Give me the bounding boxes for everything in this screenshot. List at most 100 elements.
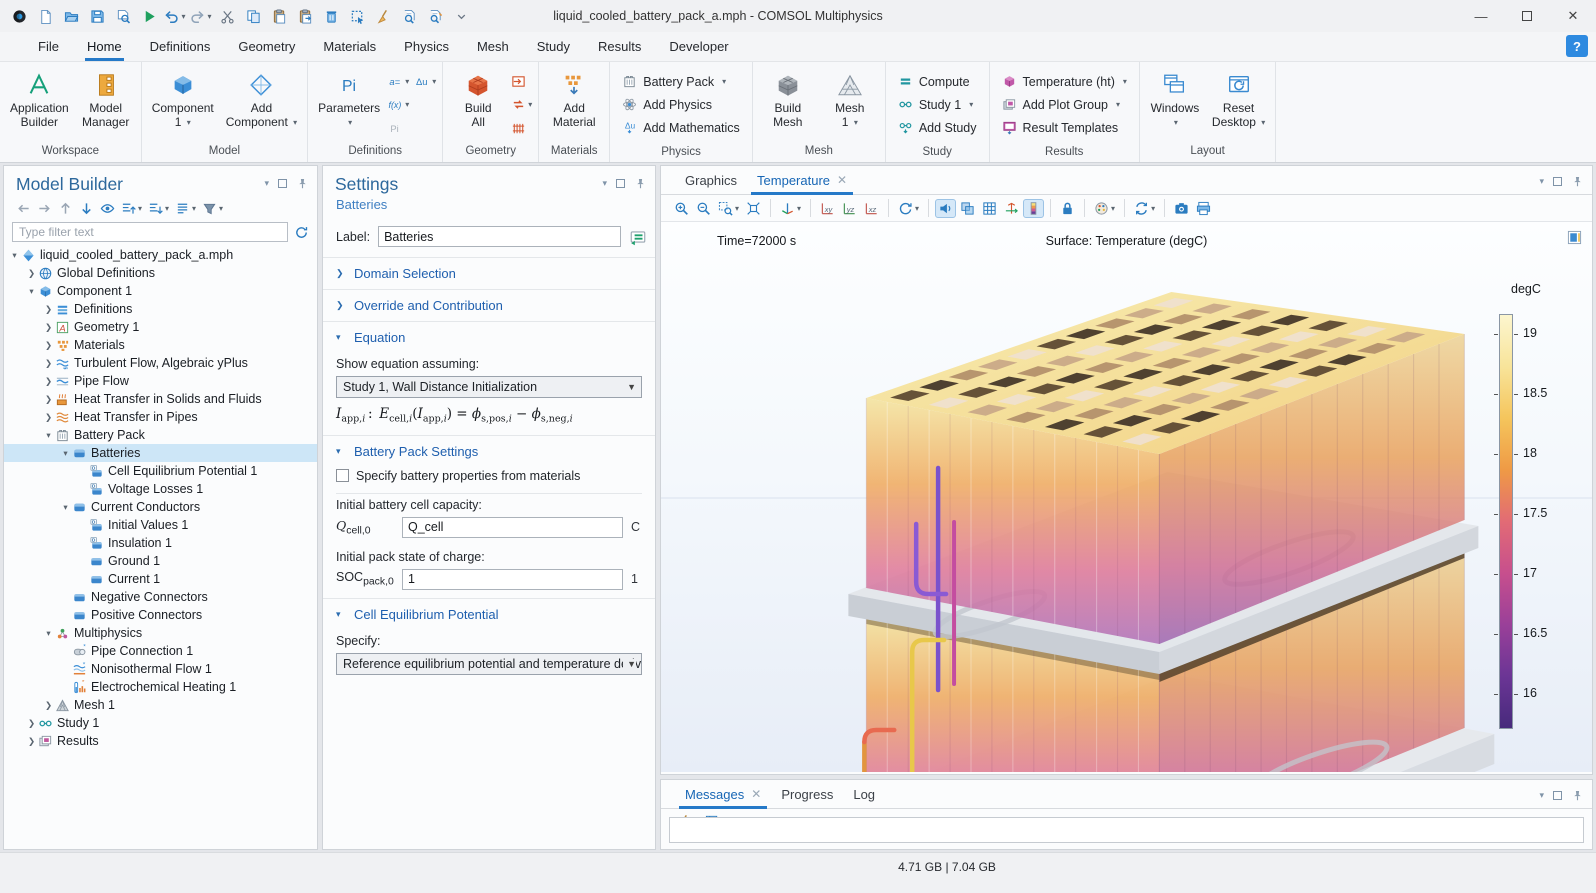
tree-expander[interactable]: ❯: [42, 304, 55, 315]
graphics-tab-temperature[interactable]: Temperature✕: [747, 166, 857, 194]
tree-item-ground-1[interactable]: Ground 1: [4, 552, 317, 570]
ribbon-add-plot-group-button[interactable]: Add Plot Group▾: [998, 93, 1131, 116]
collapse-refresh-button[interactable]: [294, 224, 309, 239]
tree-expander[interactable]: ❯: [25, 736, 38, 747]
messages-tab-progress[interactable]: Progress: [771, 780, 843, 808]
transparency-button[interactable]: [957, 199, 978, 218]
tree-expander[interactable]: ▾: [59, 502, 72, 513]
tree-expander[interactable]: ▾: [42, 430, 55, 441]
tree-item-current-conductors[interactable]: ▾ Current Conductors: [4, 498, 317, 516]
tree-item-definitions[interactable]: ❯ Definitions: [4, 300, 317, 318]
undo-button[interactable]: ▾: [163, 3, 187, 29]
ribbon-gimport-button[interactable]: [511, 73, 526, 88]
ribbon-build-all-button[interactable]: BuildAll: [447, 64, 509, 143]
ribbon-study-1-button[interactable]: Study 1▾: [894, 93, 981, 116]
tree-expander[interactable]: ❯: [42, 376, 55, 387]
tree-item-heat-transfer-in-pipes[interactable]: ❯ Heat Transfer in Pipes: [4, 408, 317, 426]
tree-item-initial-values-1[interactable]: DInitial Values 1: [4, 516, 317, 534]
ribbon-temperature-ht--button[interactable]: Temperature (ht)▾: [998, 70, 1131, 93]
update-button[interactable]: ▾: [1131, 199, 1158, 218]
tree-item-positive-connectors[interactable]: Positive Connectors: [4, 606, 317, 624]
section-battery-pack-settings[interactable]: ▾ Battery Pack Settings: [323, 436, 655, 467]
menu-definitions[interactable]: Definitions: [136, 32, 225, 61]
messages-output-box[interactable]: [669, 817, 1584, 843]
zoom-extents-button[interactable]: [743, 199, 764, 218]
ribbon-txt-du-button[interactable]: Δu▾: [415, 73, 436, 88]
menu-materials[interactable]: Materials: [309, 32, 390, 61]
panel-menu-icon[interactable]: ▾: [264, 178, 269, 189]
menu-study[interactable]: Study: [523, 32, 584, 61]
ribbon-model-manager-button[interactable]: ModelManager: [75, 64, 137, 143]
ribbon-battery-pack-button[interactable]: Battery Pack▾: [618, 70, 744, 93]
menu-developer[interactable]: Developer: [655, 32, 742, 61]
section-override-contribution[interactable]: ❯ Override and Contribution: [323, 290, 655, 321]
ribbon-add-mathematics-button[interactable]: ΔuAdd Mathematics: [618, 116, 744, 139]
paste-button[interactable]: [267, 3, 291, 29]
nav-back-button[interactable]: [14, 199, 33, 218]
node-view-button[interactable]: ▾: [173, 199, 198, 218]
sound-button[interactable]: [935, 199, 956, 218]
messages-tab-log[interactable]: Log: [843, 780, 885, 808]
rotate-button[interactable]: ▾: [895, 199, 922, 218]
tree-expander[interactable]: ❯: [25, 268, 38, 279]
messages-tab-messages[interactable]: Messages✕: [675, 780, 771, 808]
section-domain-selection[interactable]: ❯ Domain Selection: [323, 258, 655, 289]
tree-expander[interactable]: ❯: [42, 700, 55, 711]
tree-item-study-1[interactable]: ❯ Study 1: [4, 714, 317, 732]
menu-results[interactable]: Results: [584, 32, 655, 61]
maximize-button[interactable]: [1504, 0, 1550, 32]
ribbon-gupdate-button[interactable]: ▾: [511, 97, 532, 112]
section-equation[interactable]: ▾ Equation: [323, 322, 655, 353]
tree-item-batteries[interactable]: ▾ Batteries: [4, 444, 317, 462]
tree-expander[interactable]: ▾: [42, 628, 55, 639]
tree-expander[interactable]: ❯: [42, 322, 55, 333]
palette-button[interactable]: ▾: [1091, 199, 1118, 218]
tree-expander[interactable]: ❯: [42, 394, 55, 405]
close-tab-icon[interactable]: ✕: [837, 173, 847, 187]
clear-button[interactable]: [371, 3, 395, 29]
tree-expander[interactable]: ▾: [25, 286, 38, 297]
tree-item-component-1[interactable]: ▾ Component 1: [4, 282, 317, 300]
tree-item-global-definitions[interactable]: ❯ Global Definitions: [4, 264, 317, 282]
delete-button[interactable]: [319, 3, 343, 29]
tree-item-voltage-losses-1[interactable]: DVoltage Losses 1: [4, 480, 317, 498]
zoom-out-button[interactable]: [693, 199, 714, 218]
tree-item-nonisothermal-flow-1[interactable]: *Nonisothermal Flow 1: [4, 660, 317, 678]
minimize-button[interactable]: —: [1458, 0, 1504, 32]
ribbon-build-mesh-button[interactable]: BuildMesh: [757, 64, 819, 143]
select-button[interactable]: [345, 3, 369, 29]
tree-item-battery-pack[interactable]: ▾ Battery Pack: [4, 426, 317, 444]
tree-item-mesh-1[interactable]: ❯ Mesh 1: [4, 696, 317, 714]
ribbon-windows--button[interactable]: Windows ▾: [1144, 64, 1206, 143]
tree-item-current-1[interactable]: Current 1: [4, 570, 317, 588]
close-button[interactable]: ✕: [1550, 0, 1596, 32]
ribbon-txt-fx-button[interactable]: f(x)▾: [388, 97, 409, 112]
view-yz-button[interactable]: yz: [839, 199, 860, 218]
soc-input[interactable]: [402, 569, 623, 590]
default-view-button[interactable]: ▾: [777, 199, 804, 218]
panel-menu-icon[interactable]: ▾: [1539, 790, 1544, 801]
tree-item-turbulent-flow-algebraic-yplus[interactable]: ❯ Turbulent Flow, Algebraic yPlus: [4, 354, 317, 372]
lock-button[interactable]: [1057, 199, 1078, 218]
menu-file[interactable]: File: [24, 32, 73, 61]
panel-float-icon[interactable]: [1553, 177, 1562, 186]
tree-item-pipe-connection-1[interactable]: *Pipe Connection 1: [4, 642, 317, 660]
rename-icon[interactable]: [629, 228, 647, 246]
panel-pin-icon[interactable]: [1571, 788, 1584, 802]
nav-forward-button[interactable]: [35, 199, 54, 218]
app-logo-button[interactable]: [7, 3, 31, 29]
panel-pin-icon[interactable]: [1571, 174, 1584, 188]
find-button[interactable]: [397, 3, 421, 29]
graphics-viewport[interactable]: Time=72000 s Surface: Temperature (degC): [661, 222, 1592, 772]
overflow-button[interactable]: [449, 3, 473, 29]
copy-button[interactable]: [241, 3, 265, 29]
ribbon-result-templates-button[interactable]: Result Templates: [998, 116, 1131, 139]
redo-button[interactable]: ▾: [189, 3, 213, 29]
tree-filter-input[interactable]: [12, 222, 288, 242]
ribbon-add-component-button[interactable]: AddComponent ▾: [220, 64, 303, 143]
zoom-in-button[interactable]: [671, 199, 692, 218]
move-down-button[interactable]: [77, 199, 96, 218]
paste-special-button[interactable]: [293, 3, 317, 29]
graphics-tab-graphics[interactable]: Graphics: [675, 166, 747, 194]
cut-button[interactable]: [215, 3, 239, 29]
